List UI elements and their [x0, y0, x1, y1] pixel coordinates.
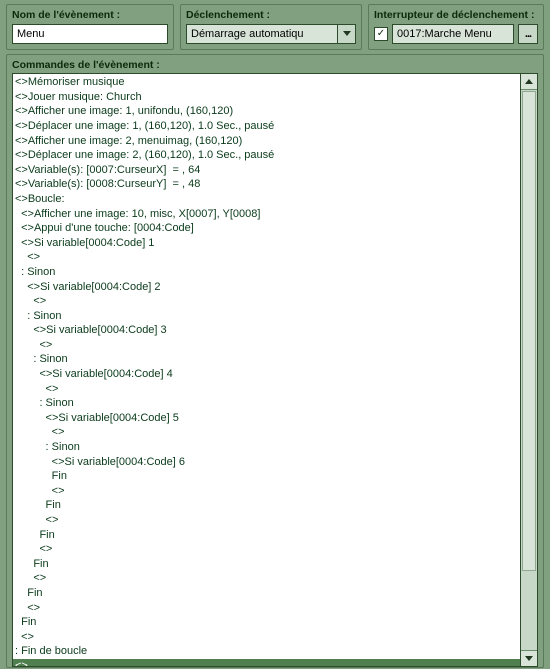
trigger-switch-browse-button[interactable]: ... — [518, 24, 538, 44]
command-line[interactable]: : Sinon — [15, 352, 518, 367]
command-line[interactable]: Fin — [15, 615, 518, 630]
command-line[interactable]: <>Afficher une image: 2, menuimag, (160,… — [15, 134, 518, 149]
command-line[interactable]: Fin — [15, 498, 518, 513]
command-line[interactable]: <> — [15, 542, 518, 557]
command-line[interactable]: <>Déplacer une image: 2, (160,120), 1.0 … — [15, 148, 518, 163]
trigger-switch-checkbox[interactable]: ✓ — [374, 27, 388, 41]
command-line[interactable]: <> — [15, 294, 518, 309]
chevron-down-icon — [525, 656, 533, 661]
commands-label: Commandes de l'évènement : — [12, 59, 538, 72]
command-line[interactable]: : Sinon — [15, 309, 518, 324]
event-name-group: Nom de l'évènement : — [6, 4, 174, 50]
command-line[interactable]: <>Si variable[0004:Code] 3 — [15, 323, 518, 338]
command-line[interactable]: <>Si variable[0004:Code] 1 — [15, 236, 518, 251]
scroll-down-button[interactable] — [521, 650, 537, 666]
command-line[interactable]: Fin — [15, 528, 518, 543]
trigger-switch-label: Interrupteur de déclenchement : — [374, 9, 538, 22]
commands-scrollbar[interactable] — [521, 73, 538, 667]
command-line[interactable]: <> — [15, 571, 518, 586]
command-line[interactable]: <> — [15, 250, 518, 265]
command-line[interactable]: : Sinon — [15, 440, 518, 455]
command-line[interactable]: : Sinon — [15, 396, 518, 411]
command-line[interactable]: <>Afficher une image: 10, misc, X[0007],… — [15, 207, 518, 222]
command-line[interactable]: <>Si variable[0004:Code] 5 — [15, 411, 518, 426]
command-line[interactable]: <>Variable(s): [0007:CurseurX] = , 64 — [15, 163, 518, 178]
command-line[interactable]: : Fin de boucle — [15, 644, 518, 659]
command-line[interactable]: <> — [15, 338, 518, 353]
command-line[interactable]: : Sinon — [15, 265, 518, 280]
command-line[interactable]: <>Si variable[0004:Code] 6 — [15, 455, 518, 470]
command-line[interactable]: <> — [15, 382, 518, 397]
chevron-down-icon — [343, 31, 351, 36]
trigger-label: Déclenchement : — [186, 9, 356, 22]
scroll-up-button[interactable] — [521, 74, 537, 90]
command-line[interactable]: <> — [15, 513, 518, 528]
command-line[interactable]: <>Mémoriser musique — [15, 75, 518, 90]
command-line[interactable]: Fin — [15, 469, 518, 484]
trigger-group: Déclenchement : — [180, 4, 362, 50]
event-name-label: Nom de l'évènement : — [12, 9, 168, 22]
chevron-up-icon — [525, 79, 533, 84]
command-line[interactable]: <> — [15, 425, 518, 440]
command-line[interactable]: <>Boucle: — [15, 192, 518, 207]
trigger-dropdown-button[interactable] — [338, 24, 356, 44]
trigger-select[interactable] — [186, 24, 338, 44]
commands-list[interactable]: <>Mémoriser musique<>Jouer musique: Chur… — [12, 73, 521, 667]
event-name-input[interactable] — [12, 24, 168, 44]
command-line[interactable]: <> — [15, 484, 518, 499]
scroll-thumb[interactable] — [522, 91, 536, 571]
command-line[interactable]: <>Déplacer une image: 1, (160,120), 1.0 … — [15, 119, 518, 134]
command-line[interactable]: <>Si variable[0004:Code] 4 — [15, 367, 518, 382]
command-line[interactable]: <>Jouer musique: Church — [15, 90, 518, 105]
command-line[interactable]: <> — [15, 601, 518, 616]
commands-group: Commandes de l'évènement : <>Mémoriser m… — [6, 54, 544, 668]
command-line[interactable]: <>Appui d'une touche: [0004:Code] — [15, 221, 518, 236]
trigger-switch-group: Interrupteur de déclenchement : ✓ 0017:M… — [368, 4, 544, 50]
command-line-selected[interactable]: <> — [13, 659, 520, 667]
command-line[interactable]: Fin — [15, 586, 518, 601]
command-line[interactable]: <>Variable(s): [0008:CurseurY] = , 48 — [15, 177, 518, 192]
command-line[interactable]: <> — [15, 630, 518, 645]
trigger-switch-field[interactable]: 0017:Marche Menu — [392, 24, 514, 44]
command-line[interactable]: <>Si variable[0004:Code] 2 — [15, 280, 518, 295]
command-line[interactable]: <>Afficher une image: 1, unifondu, (160,… — [15, 104, 518, 119]
command-line[interactable]: Fin — [15, 557, 518, 572]
